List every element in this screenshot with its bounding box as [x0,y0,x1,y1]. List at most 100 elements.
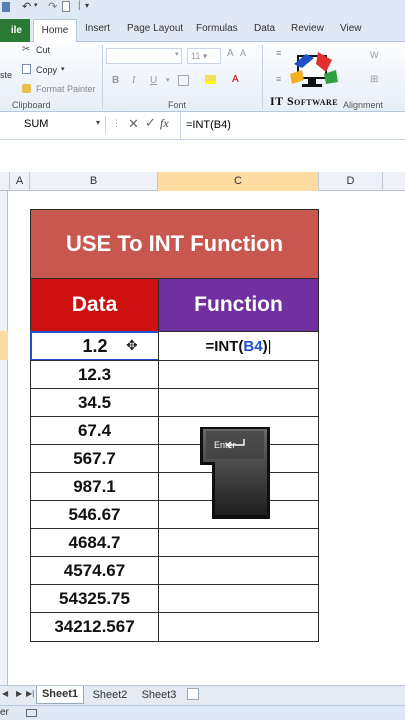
format-painter-button[interactable]: Format Painter [36,84,96,94]
separator-icon: | [78,0,81,11]
scroll-prev-sheet-icon[interactable]: ◀ [2,689,8,698]
data-cell[interactable]: 67.4 [30,416,159,445]
worksheet-grid[interactable]: USE To INT Function Data Function 1.2 ✥ … [0,191,405,685]
function-cell[interactable] [158,612,319,642]
redo-icon[interactable]: ↷ [48,0,57,13]
function-cell[interactable] [158,556,319,585]
font-size-value: 11 [191,51,201,61]
underline-button[interactable]: U [150,75,157,86]
italic-button[interactable]: I [132,75,135,86]
font-group-label: Font [168,100,187,110]
format-painter-icon [22,84,31,93]
data-cell[interactable]: 567.7 [30,444,159,473]
data-cell[interactable]: 12.3 [30,360,159,389]
logo-text: IT Software [270,94,339,108]
column-header-b[interactable]: B [30,172,158,191]
tab-data[interactable]: Data [254,21,275,37]
data-cell[interactable]: 4684.7 [30,528,159,557]
select-all-corner[interactable] [0,172,10,191]
copy-button[interactable]: Copy [36,65,57,75]
copy-icon [22,64,31,74]
sheet-tab-bar: ◀ ▶ ▶| Sheet1 Sheet2 Sheet3 [0,685,405,705]
macro-record-icon[interactable] [26,709,37,717]
new-document-icon[interactable] [62,1,70,12]
font-name-select[interactable] [106,48,182,64]
font-name-dropdown-icon[interactable]: ▾ [175,50,179,58]
function-cell-c4[interactable]: =INT(B4) | [158,331,319,361]
quick-access-toolbar: ↶ ▾ ↷ | ▾ [0,0,405,16]
cut-icon: ✂ [22,44,31,55]
data-cell-b4[interactable]: 1.2 ✥ [30,331,159,361]
font-size-select[interactable]: 11 ▾ [187,48,221,64]
sheet-tab-sheet1[interactable]: Sheet1 [36,686,84,704]
underline-dropdown-icon[interactable]: ▾ [166,76,170,84]
shrink-font-icon[interactable]: A [240,48,246,58]
data-cell[interactable]: 34.5 [30,388,159,417]
formula-prefix: =INT( [205,337,244,355]
data-cell-value: 1.2 [82,335,108,356]
column-header-d[interactable]: D [319,172,383,191]
data-cell[interactable]: 34212.567 [30,612,159,642]
cut-button[interactable]: Cut [36,45,50,55]
borders-icon[interactable] [178,75,189,86]
enter-check-icon[interactable]: ✓ [145,115,156,131]
text-cursor: | [267,337,272,355]
insert-function-icon[interactable]: fx [160,116,169,131]
tab-formulas[interactable]: Formulas [196,21,238,37]
column-headers: A B C D [0,172,405,191]
undo-icon[interactable]: ↶ [22,0,31,13]
tab-review[interactable]: Review [291,21,324,37]
wrap-text-button[interactable]: W [370,50,379,60]
name-box-value: SUM [24,118,49,130]
tab-file[interactable]: ile [0,19,30,42]
clipboard-group-label: Clipboard [12,100,51,110]
grow-font-icon[interactable]: A [227,48,234,59]
data-cell[interactable]: 4574.67 [30,556,159,585]
merge-icon[interactable]: ⊞ [370,74,378,85]
customize-qat-icon[interactable]: ▾ [85,1,89,10]
save-icon[interactable] [2,2,10,12]
sheet-tab-sheet3[interactable]: Sheet3 [137,688,181,704]
paste-button[interactable]: ste [0,70,12,80]
it-software-logo: IT Software [268,50,360,110]
group-divider [102,45,103,109]
scroll-next-sheet-icon[interactable]: ▶ [16,689,22,698]
formula-ref: B4 [243,337,263,355]
function-header-cell[interactable]: Function [158,278,319,332]
tab-insert[interactable]: Insert [85,21,110,37]
scroll-last-sheet-icon[interactable]: ▶| [26,689,34,698]
data-cell[interactable]: 54325.75 [30,584,159,613]
fill-color-icon[interactable] [205,75,216,84]
title-cell[interactable]: USE To INT Function [30,209,319,279]
sheet-tab-sheet2[interactable]: Sheet2 [88,688,132,704]
dropdown-icon[interactable]: ▾ [34,1,38,9]
insert-sheet-icon[interactable] [187,688,199,700]
function-cell[interactable] [158,360,319,389]
copy-dropdown-icon[interactable]: ▾ [61,65,65,73]
formula-input[interactable]: =INT(B4) [186,119,231,131]
formula-bar: SUM ▾ ⋮ ✕ ✓ fx =INT(B4) [0,112,405,140]
column-header-a[interactable]: A [10,172,30,191]
cancel-icon[interactable]: ✕ [128,116,139,132]
tab-view[interactable]: View [340,21,362,37]
name-box-dropdown-icon[interactable]: ▾ [96,118,100,127]
tab-home[interactable]: Home [33,19,77,43]
data-cell[interactable]: 987.1 [30,472,159,501]
enter-key-label: Enter [214,440,236,450]
data-cell[interactable]: 546.67 [30,500,159,529]
row-header-4-highlight[interactable] [0,331,8,360]
function-cell[interactable] [158,388,319,417]
tab-page-layout[interactable]: Page Layout [127,21,183,37]
bold-button[interactable]: B [112,75,119,86]
ribbon-tabs: ile Home Insert Page Layout Formulas Dat… [0,16,405,43]
data-header-cell[interactable]: Data [30,278,159,332]
font-color-icon[interactable]: A [232,74,239,85]
row-headers [0,191,8,685]
name-box[interactable]: SUM ▾ [0,116,106,134]
function-cell[interactable] [158,528,319,557]
column-header-c[interactable]: C [158,172,319,191]
logo-monitor-icon [290,52,338,87]
formula-bar-expanded-area [0,140,405,172]
function-cell[interactable] [158,584,319,613]
formula-divider [180,112,181,139]
